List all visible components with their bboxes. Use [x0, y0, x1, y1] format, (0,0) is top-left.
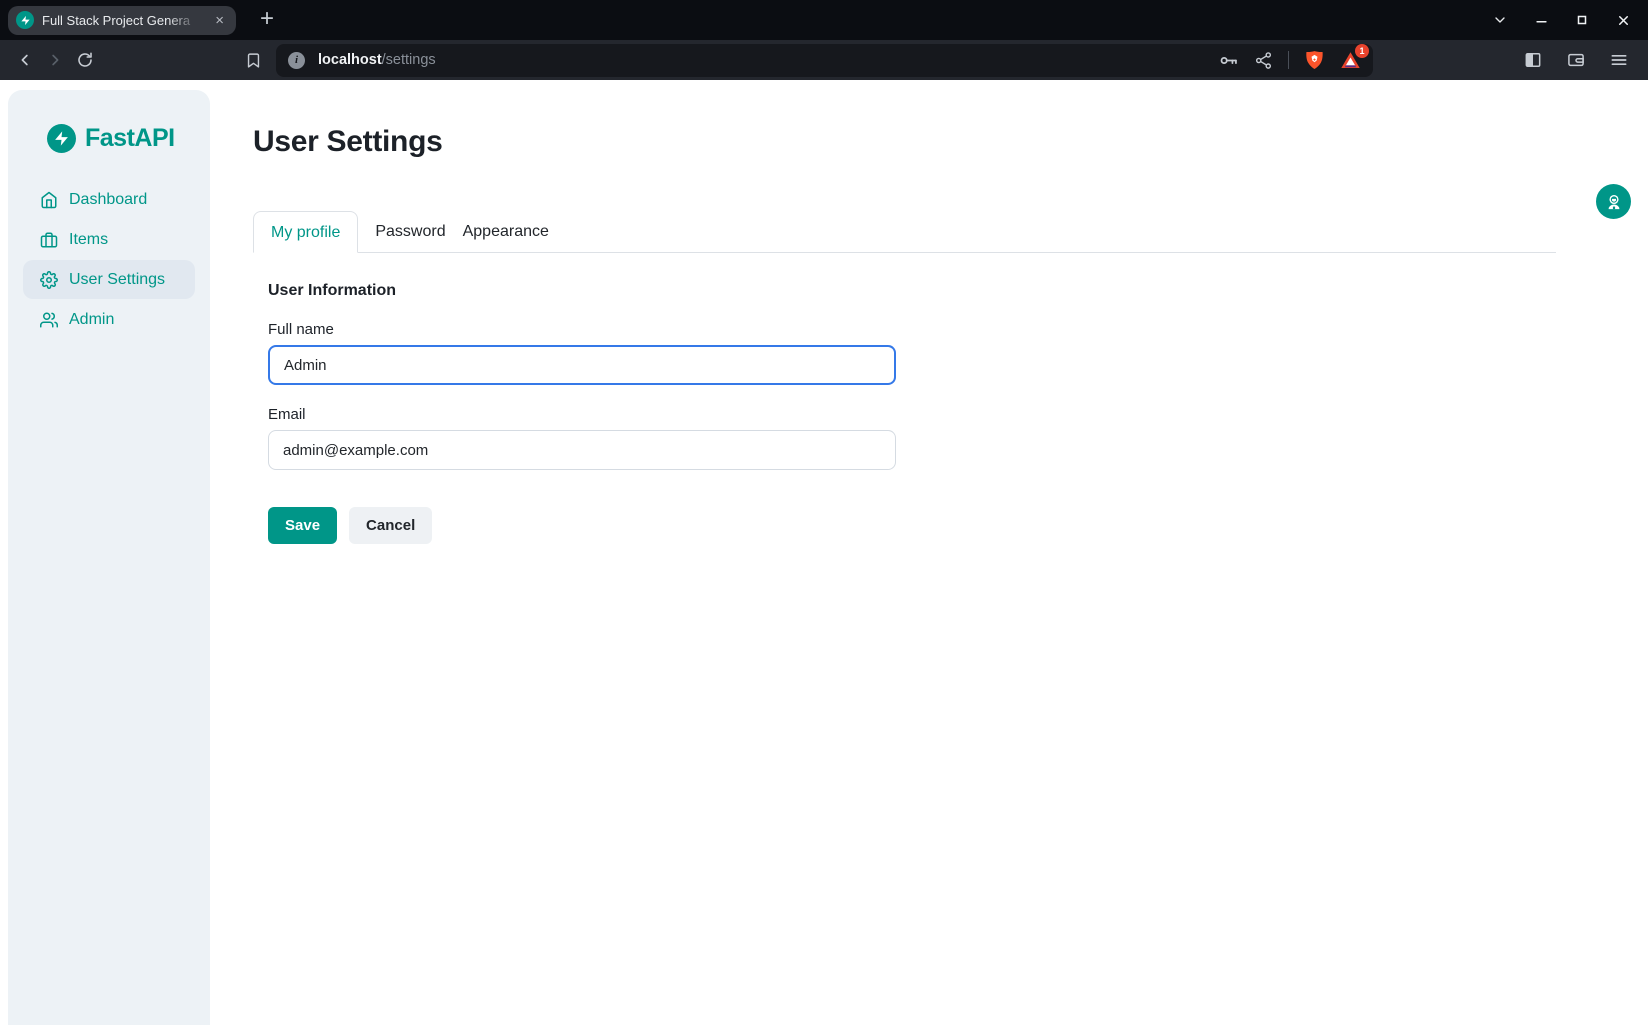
sidebar-item-label: Items	[69, 231, 108, 249]
sidebar: FastAPI Dashboard Items User Settings	[8, 90, 210, 1025]
logo-text: FastAPI	[85, 124, 175, 153]
url-host: localhost	[318, 52, 382, 68]
new-tab-icon[interactable]: +	[254, 7, 280, 34]
briefcase-icon	[40, 231, 58, 249]
sidebar-item-dashboard[interactable]: Dashboard	[23, 180, 195, 219]
divider	[1288, 51, 1289, 69]
fastapi-bolt-icon	[47, 124, 76, 153]
astronaut-icon	[1604, 192, 1624, 212]
bookmark-icon[interactable]	[238, 45, 268, 75]
window-controls	[1487, 7, 1648, 33]
brave-rewards-icon[interactable]: 1	[1340, 50, 1361, 71]
rewards-badge: 1	[1355, 44, 1369, 58]
sidebar-item-label: Dashboard	[69, 191, 147, 209]
browser-titlebar: Full Stack Project Genera × +	[0, 0, 1648, 40]
url-path: /settings	[382, 52, 436, 68]
browser-tab[interactable]: Full Stack Project Genera ×	[8, 6, 236, 35]
key-icon[interactable]	[1218, 50, 1239, 71]
sidebar-toggle-icon[interactable]	[1518, 45, 1548, 75]
sidebar-item-user-settings[interactable]: User Settings	[23, 260, 195, 299]
sidebar-nav: Dashboard Items User Settings Admin	[8, 180, 210, 339]
minimize-icon[interactable]	[1528, 7, 1554, 33]
tab-appearance[interactable]: Appearance	[463, 211, 549, 252]
tab-title: Full Stack Project Genera	[42, 13, 203, 28]
sidebar-item-items[interactable]: Items	[23, 220, 195, 259]
form-actions: Save Cancel	[268, 507, 881, 544]
full-name-input[interactable]	[268, 345, 896, 385]
back-icon[interactable]	[10, 45, 40, 75]
sidebar-item-label: User Settings	[69, 271, 165, 289]
full-name-label: Full name	[268, 321, 881, 338]
gear-icon	[40, 271, 58, 289]
main-area: User Settings My profile Password Appear…	[210, 80, 1648, 544]
forward-icon[interactable]	[40, 45, 70, 75]
page-content: FastAPI Dashboard Items User Settings	[0, 80, 1648, 1025]
section-title: User Information	[268, 282, 881, 300]
brave-shield-icon[interactable]	[1304, 49, 1325, 71]
url-bar[interactable]: i localhost/settings 1	[276, 44, 1373, 77]
urlbar-actions: 1	[1218, 49, 1361, 71]
navbar-right-actions	[1518, 45, 1638, 75]
sidebar-item-label: Admin	[69, 311, 114, 329]
reload-icon[interactable]	[70, 45, 100, 75]
url-text: localhost/settings	[318, 52, 436, 68]
fastapi-logo: FastAPI	[8, 124, 210, 153]
settings-tabs: My profile Password Appearance	[253, 211, 1556, 253]
users-icon	[40, 311, 58, 329]
email-label: Email	[268, 406, 881, 423]
wallet-icon[interactable]	[1561, 45, 1591, 75]
home-icon	[40, 191, 58, 209]
cancel-button[interactable]: Cancel	[349, 507, 432, 544]
browser-navbar: i localhost/settings 1	[0, 40, 1648, 80]
sidebar-item-admin[interactable]: Admin	[23, 300, 195, 339]
close-window-icon[interactable]	[1610, 7, 1636, 33]
email-input[interactable]	[268, 430, 896, 470]
tab-password[interactable]: Password	[375, 211, 445, 252]
user-menu-button[interactable]	[1596, 184, 1631, 219]
save-button[interactable]: Save	[268, 507, 337, 544]
share-icon[interactable]	[1254, 51, 1273, 70]
tab-my-profile[interactable]: My profile	[253, 211, 358, 253]
site-info-icon[interactable]: i	[288, 52, 305, 69]
menu-icon[interactable]	[1604, 45, 1634, 75]
user-information-form: User Information Full name Email Save Ca…	[253, 282, 881, 544]
page-title: User Settings	[253, 80, 1648, 159]
fastapi-favicon-icon	[16, 11, 34, 29]
tab-search-chevron-icon[interactable]	[1487, 7, 1513, 33]
maximize-icon[interactable]	[1569, 7, 1595, 33]
tab-close-icon[interactable]: ×	[211, 11, 228, 30]
